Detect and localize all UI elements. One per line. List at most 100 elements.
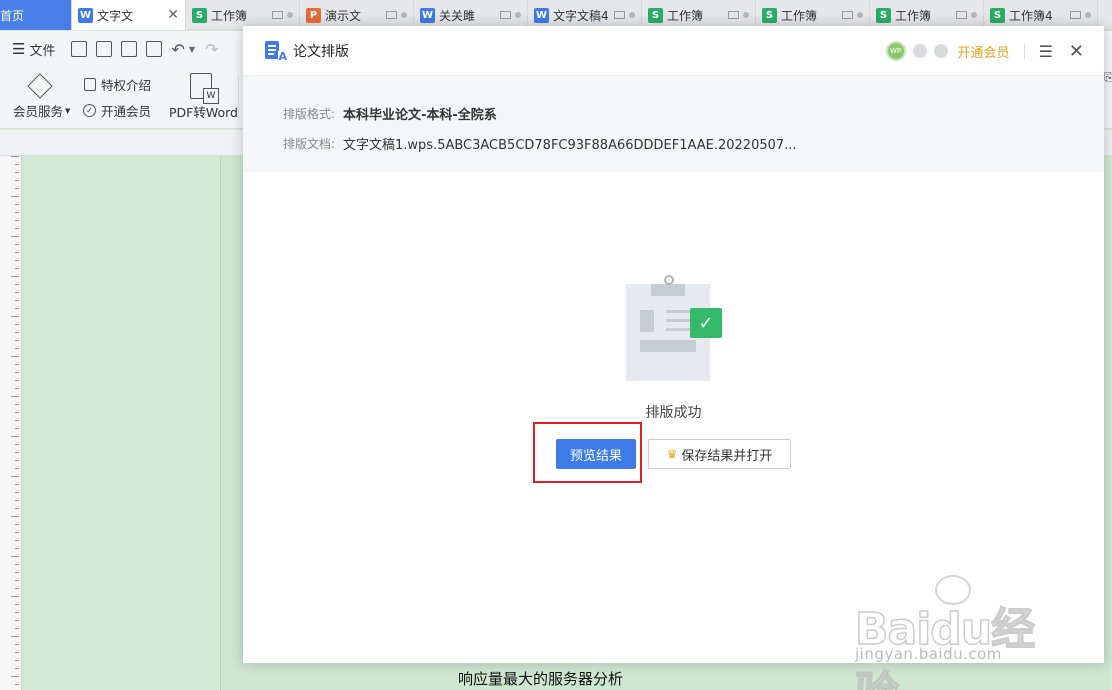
ruler-tick	[15, 268, 19, 269]
unsaved-dot-icon[interactable]	[287, 12, 293, 18]
ruler-tick	[15, 492, 19, 493]
spreadsheet-icon: S	[192, 7, 207, 23]
unsaved-dot-icon[interactable]	[629, 12, 635, 18]
print-icon[interactable]	[121, 41, 138, 57]
open-member-link[interactable]: 开通会员	[958, 42, 1010, 61]
ruler-tick	[11, 476, 19, 477]
ruler-tick	[15, 372, 19, 373]
file-menu[interactable]: ☰ 文件	[12, 40, 55, 59]
unsaved-dot-icon[interactable]	[743, 12, 749, 18]
unsaved-dot-icon[interactable]	[401, 12, 407, 18]
thesis-format-dialog: A 论文排版 WP 开通会员 ☰ ✕ 排版格式: 本科毕业论文-本科-全院系 排…	[243, 26, 1104, 663]
member-service-icon[interactable]	[27, 73, 53, 99]
ruler-tick	[15, 460, 19, 461]
ruler-tick	[15, 404, 19, 405]
ruler-tick	[15, 244, 19, 245]
ruler-tick	[15, 212, 19, 213]
document-icon	[84, 78, 96, 91]
chevron-down-icon: ▼	[65, 106, 71, 115]
close-tab-icon[interactable]: ✕	[167, 7, 179, 23]
tab-home[interactable]: 首页	[0, 0, 72, 30]
preview-result-button[interactable]: 预览结果	[556, 439, 636, 469]
writer-doc-icon: W	[420, 7, 435, 23]
spreadsheet-icon: S	[762, 7, 777, 23]
ruler-tick	[11, 316, 19, 317]
member-service-button[interactable]: 会员服务 ▼	[13, 101, 70, 120]
export-pdf-icon[interactable]	[96, 41, 113, 57]
monitor-icon	[272, 11, 283, 19]
menu-icon[interactable]: ☰	[1039, 42, 1053, 61]
ruler-tick	[15, 684, 19, 685]
ruler-tick	[15, 324, 19, 325]
ruler-tick	[11, 156, 19, 157]
ruler-tick	[15, 284, 19, 285]
ruler-tick	[15, 164, 19, 165]
ruler-tick	[11, 276, 19, 277]
unsaved-dot-icon[interactable]	[515, 12, 521, 18]
ruler-tick	[15, 228, 19, 229]
watermark-brand: Baidu经验	[854, 603, 1036, 690]
ruler-tick	[15, 412, 19, 413]
undo-icon[interactable]: ↶	[171, 40, 184, 59]
member-badge-icon	[912, 44, 927, 58]
open-member-button[interactable]: ✓ 开通会员	[83, 101, 151, 120]
ruler-tick	[15, 468, 19, 469]
monitor-icon	[956, 11, 967, 19]
unsaved-dot-icon[interactable]	[857, 12, 863, 18]
tab-label: 关关雎	[439, 8, 476, 23]
ruler-tick	[15, 308, 19, 309]
ruler-tick	[15, 604, 19, 605]
ruler-tick	[15, 292, 19, 293]
spreadsheet-icon: S	[990, 7, 1005, 23]
print-preview-icon[interactable]	[146, 41, 163, 57]
unsaved-dot-icon[interactable]	[1085, 12, 1091, 18]
monitor-icon	[728, 11, 739, 19]
ruler-tick	[15, 668, 19, 669]
pdf-to-word-icon[interactable]	[190, 73, 219, 104]
ruler-tick	[15, 340, 19, 341]
pdf-to-word-button[interactable]: PDF转Word	[169, 102, 238, 121]
dialog-title: 论文排版	[293, 43, 349, 60]
unsaved-dot-icon[interactable]	[971, 12, 977, 18]
close-icon[interactable]: ✕	[1069, 41, 1084, 62]
ruler-tick	[15, 188, 19, 189]
watermark-url: jingyan.baidu.com	[855, 645, 1002, 663]
monitor-icon	[614, 11, 625, 19]
ruler-tick	[15, 508, 19, 509]
format-value: 本科毕业论文-本科-全院系	[343, 107, 497, 123]
tab-label: 首页	[0, 8, 25, 23]
header-divider	[1023, 43, 1025, 59]
ruler-tick	[15, 652, 19, 653]
format-label: 排版格式:	[283, 106, 336, 121]
save-and-open-button[interactable]: ♛ 保存结果并打开	[648, 439, 791, 469]
ribbon-overflow-icon[interactable]: ⎘	[1104, 70, 1112, 85]
save-icon[interactable]	[71, 41, 88, 57]
document-body-text: 响应量最大的服务器分析	[458, 670, 624, 688]
privilege-intro-button[interactable]: 特权介绍	[84, 75, 151, 94]
avatar[interactable]: WP	[885, 41, 906, 61]
ruler-tick	[15, 452, 19, 453]
ruler-tick	[15, 380, 19, 381]
dialog-header-actions: WP 开通会员 ☰ ✕	[885, 26, 1084, 76]
ruler-tick	[11, 236, 19, 237]
ruler-tick	[15, 548, 19, 549]
redo-icon[interactable]: ↷	[205, 40, 218, 59]
hamburger-icon: ☰	[12, 40, 26, 58]
quick-access-toolbar: ↶ ▼ ↷	[71, 40, 227, 59]
crown-icon: ♛	[666, 447, 678, 461]
ruler-tick	[15, 332, 19, 333]
vertical-ruler	[0, 156, 22, 690]
tab-document[interactable]: W 文字文 ✕	[72, 0, 186, 30]
ribbon-divider	[238, 76, 239, 120]
ruler-tick	[15, 660, 19, 661]
tab-label: 演示文	[325, 8, 362, 23]
monitor-icon	[386, 11, 397, 19]
ruler-tick	[15, 428, 19, 429]
ruler-tick	[15, 252, 19, 253]
document-row: 排版文档: 文字文稿1.wps.5ABC3ACB5CD78FC93F88A66D…	[283, 128, 1104, 158]
baidu-watermark: Baidu经验 jingyan.baidu.com	[854, 575, 1075, 690]
ruler-tick	[11, 396, 19, 397]
undo-dropdown-icon[interactable]: ▼	[189, 45, 195, 54]
monitor-icon	[1070, 11, 1081, 19]
ruler-tick	[15, 572, 19, 573]
